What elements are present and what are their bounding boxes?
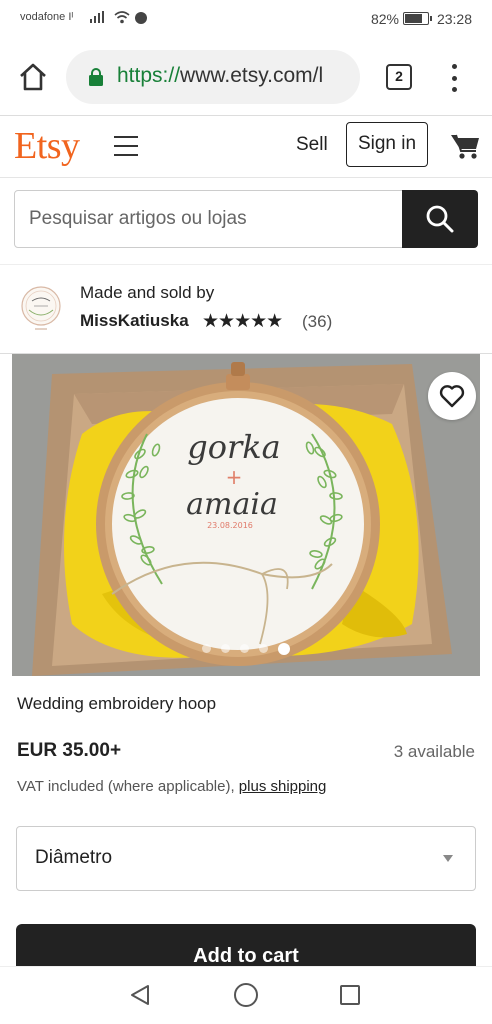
overflow-menu-icon[interactable] [444,64,464,92]
product-image[interactable]: gorka + amaia 23.08.2016 [12,354,480,676]
site-header: Etsy Sell Sign in [0,116,492,178]
sign-in-button[interactable]: Sign in [346,122,428,167]
battery-icon [403,12,432,25]
carousel-dot[interactable] [259,644,268,653]
browser-toolbar: https://www.etsy.com/l 2 [0,38,492,116]
review-count[interactable]: (36) [302,312,332,332]
search-input[interactable]: Pesquisar artigos ou lojas [14,190,404,248]
search-icon [426,205,454,233]
embroidery-hoop-photo: gorka + amaia 23.08.2016 [12,354,480,676]
wifi-icon [114,11,130,24]
carousel-dot[interactable] [240,644,249,653]
address-bar[interactable]: https://www.etsy.com/l [66,50,360,104]
home-icon[interactable] [18,62,48,92]
carousel-dot[interactable] [221,644,230,653]
shop-info[interactable]: Made and sold by MissKatiuska ★★★★★ (36) [0,264,492,354]
listing-title: Wedding embroidery hoop [17,694,217,713]
home-nav-icon[interactable] [234,983,258,1007]
hoop-text-date: 23.08.2016 [207,521,253,530]
url-protocol: https:// [117,64,181,87]
heart-icon [439,385,465,408]
hoop-text-gorka: gorka [187,428,281,466]
status-bar: vodafone Iᴵ 82% 23:28 [0,0,492,38]
carrier-name: vodafone Iᴵ [20,11,74,23]
vat-note: VAT included (where applicable), plus sh… [17,778,326,795]
search-button[interactable] [402,190,478,248]
signal-icon [90,11,104,23]
made-by-label: Made and sold by [80,283,215,302]
tab-switcher-button[interactable]: 2 [386,64,412,90]
favorite-button[interactable] [428,372,476,420]
shop-logo-icon [21,286,61,330]
image-carousel-dots [12,643,480,655]
etsy-logo[interactable]: Etsy [14,124,80,168]
sell-link[interactable]: Sell [296,134,328,156]
cart-icon[interactable] [450,132,480,160]
diameter-select[interactable]: Diâmetro [16,826,476,891]
listing-price: EUR 35.00+ [17,740,122,761]
recents-icon[interactable] [340,985,360,1005]
messenger-icon [135,12,147,24]
system-nav-bar [0,966,492,1024]
hamburger-menu-icon[interactable] [114,136,138,156]
url-host: www.etsy.com/l [180,64,324,87]
plus-shipping-link[interactable]: plus shipping [239,778,327,795]
battery-percent: 82% [370,11,399,27]
back-icon[interactable] [128,983,152,1007]
carousel-dot[interactable] [278,643,290,655]
url-text: https://www.etsy.com/l [117,64,351,88]
search-bar: Pesquisar artigos ou lojas [14,190,478,248]
star-rating: ★★★★★ [202,311,283,332]
shop-name-link[interactable]: MissKatiuska [80,311,189,331]
dropdown-caret-icon [443,855,453,862]
diameter-select-label: Diâmetro [35,847,113,868]
availability: 3 available [393,742,475,761]
hoop-text-amaia: amaia [186,487,278,522]
hoop-text-plus: + [226,465,243,489]
clock: 23:28 [436,11,472,27]
carousel-dot[interactable] [202,644,211,653]
lock-icon [89,68,103,86]
vat-text: VAT included (where applicable), [17,778,239,795]
